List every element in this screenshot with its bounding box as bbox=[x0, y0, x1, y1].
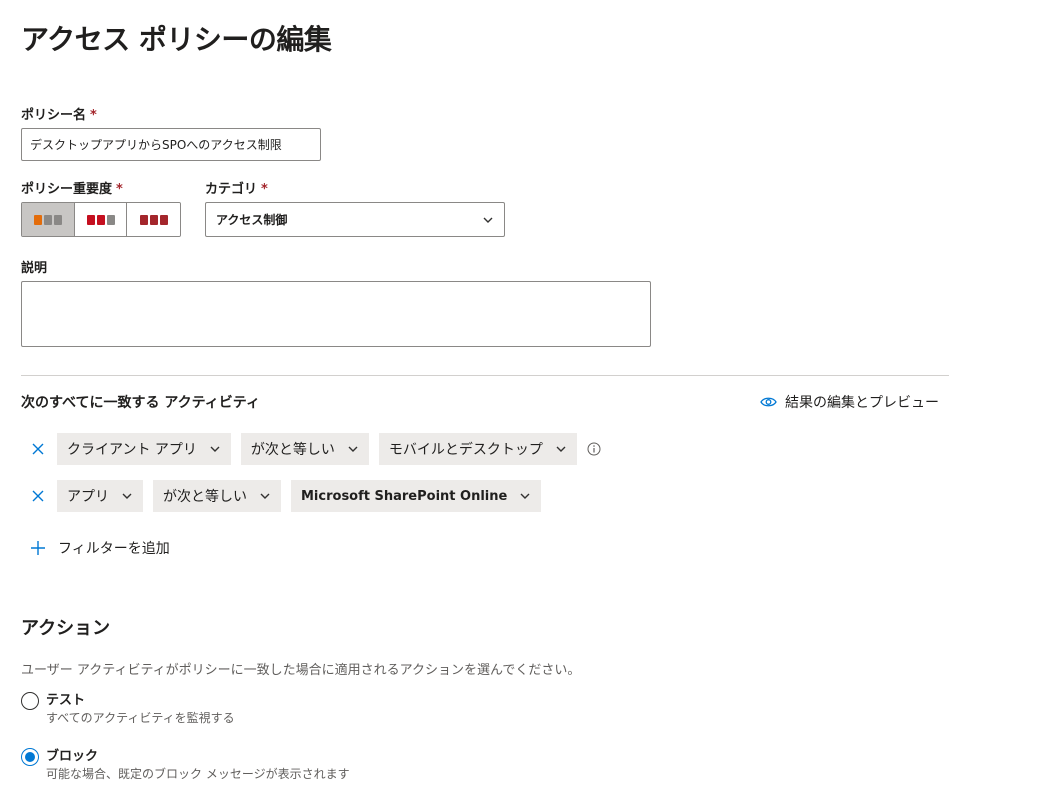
description-label: 説明 bbox=[21, 261, 48, 276]
filter-field-value: クライアント アプリ bbox=[67, 442, 197, 458]
close-icon bbox=[32, 443, 44, 455]
radio-block-subtitle: 可能な場合、既定のブロック メッセージが表示されます bbox=[46, 767, 350, 781]
remove-filter-button[interactable] bbox=[27, 485, 49, 507]
filter-row: アプリ が次と等しい Microsoft SharePoint Online bbox=[27, 480, 551, 512]
severity-segment bbox=[106, 214, 115, 225]
section-divider bbox=[21, 375, 949, 376]
policy-name-label: ポリシー名 * bbox=[21, 104, 97, 123]
radio-test-circle bbox=[21, 692, 39, 710]
remove-filter-button[interactable] bbox=[27, 438, 49, 460]
filter-field-dropdown[interactable]: クライアント アプリ bbox=[57, 433, 231, 465]
severity-segment bbox=[96, 214, 105, 225]
severity-low-button[interactable] bbox=[22, 203, 75, 236]
radio-test-title: テスト bbox=[46, 693, 86, 708]
policy-name-input[interactable]: デスクトップアプリからSPOへのアクセス制限 bbox=[21, 128, 321, 161]
filter-value-text: モバイルとデスクトップ bbox=[388, 442, 543, 458]
filter-operator-value: が次と等しい bbox=[250, 442, 335, 458]
category-value: アクセス制御 bbox=[216, 213, 288, 227]
required-mark: * bbox=[261, 182, 268, 197]
category-label-text: カテゴリ bbox=[205, 182, 258, 197]
filter-value-dropdown[interactable]: モバイルとデスクトップ bbox=[378, 433, 577, 465]
page-title: アクセス ポリシーの編集 bbox=[21, 23, 332, 56]
radio-block[interactable]: ブロック 可能な場合、既定のブロック メッセージが表示されます bbox=[21, 748, 350, 783]
filter-field-value: アプリ bbox=[67, 489, 109, 505]
required-mark: * bbox=[90, 108, 97, 123]
filter-row: クライアント アプリ が次と等しい モバイルとデスクトップ bbox=[27, 433, 601, 465]
filter-field-dropdown[interactable]: アプリ bbox=[57, 480, 143, 512]
radio-test[interactable]: テスト すべてのアクティビティを監視する bbox=[21, 692, 235, 727]
chevron-down-icon bbox=[555, 443, 567, 455]
edit-preview-link[interactable]: 結果の編集とプレビュー bbox=[760, 392, 939, 412]
category-dropdown[interactable]: アクセス制御 bbox=[205, 202, 505, 237]
severity-segment bbox=[159, 214, 168, 225]
severity-label-text: ポリシー重要度 bbox=[21, 182, 113, 197]
description-textarea[interactable] bbox=[21, 281, 651, 347]
filter-value-text: Microsoft SharePoint Online bbox=[301, 488, 508, 504]
plus-icon bbox=[30, 540, 46, 556]
severity-segment bbox=[53, 214, 62, 225]
severity-label: ポリシー重要度 * bbox=[21, 178, 123, 197]
radio-selected-dot bbox=[25, 752, 35, 762]
policy-name-label-text: ポリシー名 bbox=[21, 108, 87, 123]
severity-medium-button[interactable] bbox=[74, 203, 128, 236]
severity-segment bbox=[33, 214, 42, 225]
severity-selector bbox=[21, 202, 181, 237]
actions-heading: アクション bbox=[21, 618, 111, 639]
actions-description: ユーザー アクティビティがポリシーに一致した場合に適用されるアクションを選んでく… bbox=[21, 663, 581, 678]
filter-operator-dropdown[interactable]: が次と等しい bbox=[240, 433, 369, 465]
chevron-down-icon bbox=[347, 443, 359, 455]
category-label: カテゴリ * bbox=[205, 178, 268, 197]
add-filter-button[interactable]: フィルターを追加 bbox=[30, 538, 170, 558]
severity-high-button[interactable] bbox=[127, 203, 180, 236]
severity-segment bbox=[139, 214, 148, 225]
activities-label: 次のすべてに一致する アクティビティ bbox=[21, 395, 260, 411]
chevron-down-icon bbox=[519, 490, 531, 502]
policy-name-value: デスクトップアプリからSPOへのアクセス制限 bbox=[30, 138, 282, 152]
chevron-down-icon bbox=[121, 490, 133, 502]
severity-segment bbox=[86, 214, 95, 225]
chevron-down-icon bbox=[482, 214, 494, 226]
radio-block-circle bbox=[21, 748, 39, 766]
radio-test-subtitle: すべてのアクティビティを監視する bbox=[46, 711, 235, 725]
chevron-down-icon bbox=[259, 490, 271, 502]
required-mark: * bbox=[116, 182, 123, 197]
radio-block-title: ブロック bbox=[46, 749, 99, 764]
eye-icon bbox=[760, 396, 777, 408]
add-filter-label: フィルターを追加 bbox=[58, 541, 170, 557]
info-icon[interactable] bbox=[587, 442, 601, 456]
close-icon bbox=[32, 490, 44, 502]
filter-operator-dropdown[interactable]: が次と等しい bbox=[153, 480, 281, 512]
filter-operator-value: が次と等しい bbox=[163, 489, 247, 505]
severity-segment bbox=[149, 214, 158, 225]
edit-preview-label: 結果の編集とプレビュー bbox=[785, 395, 939, 411]
severity-segment bbox=[43, 214, 52, 225]
filter-value-dropdown[interactable]: Microsoft SharePoint Online bbox=[291, 480, 542, 512]
chevron-down-icon bbox=[209, 443, 221, 455]
